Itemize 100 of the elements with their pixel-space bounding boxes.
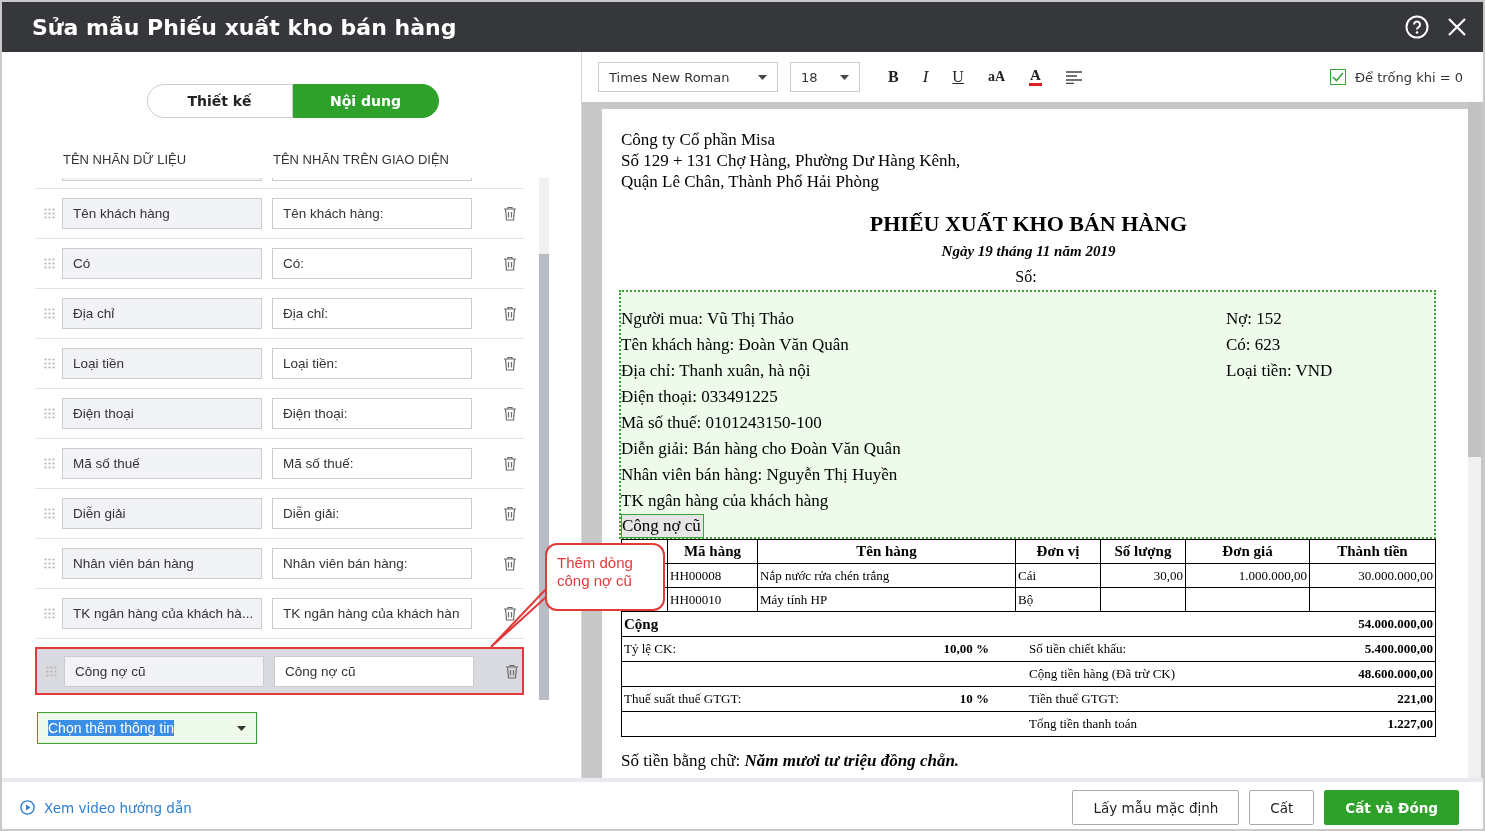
table-cell: 1.000.000,00: [1185, 563, 1310, 588]
font-size-dropdown[interactable]: 18: [790, 62, 860, 92]
document-line[interactable]: Điện thoại: 033491225: [621, 384, 1226, 410]
amount-in-words: Số tiền bằng chữ: Năm mươi tư triệu đồng chẵn.: [621, 751, 961, 771]
video-link[interactable]: Xem video hướng dẫn: [20, 799, 192, 816]
drag-handle-icon[interactable]: [44, 358, 55, 369]
field-row[interactable]: Diễn giải Diễn giải:: [35, 489, 524, 539]
drag-handle-icon[interactable]: [44, 208, 55, 219]
document-line[interactable]: Mã số thuế: 0101243150-100: [621, 410, 1226, 436]
header-cell: Thành tiền: [1309, 539, 1436, 564]
input-field[interactable]: Loại tiền: [62, 348, 262, 379]
document-line[interactable]: Nhân viên bán hàng: Nguyễn Thị Huyền: [621, 462, 1226, 488]
document-line: Loại tiền: VND: [1226, 360, 1334, 382]
input-field[interactable]: TK ngân hàng của khách hàn: [272, 598, 472, 629]
input-field[interactable]: Tên khách hàng:: [272, 198, 472, 229]
table-cell: 10 %: [959, 691, 989, 706]
input-field[interactable]: Địa chỉ:: [272, 298, 472, 329]
table-cell: Nắp nước rửa chén trắng: [757, 563, 1016, 588]
input-field[interactable]: Công nợ cũ: [64, 655, 264, 687]
field-row[interactable]: Mã số thuế Mã số thuế:: [35, 439, 524, 489]
table-cell: Tiền thuế GTGT:: [1029, 691, 1119, 706]
input-field[interactable]: Công nợ cũ: [274, 655, 474, 687]
scrollbar[interactable]: [539, 178, 549, 700]
trash-icon[interactable]: [503, 306, 517, 321]
input-field[interactable]: Điện thoại:: [272, 398, 472, 429]
drag-handle-icon[interactable]: [46, 665, 57, 677]
document-line[interactable]: Địa chỉ: Thanh xuân, hà nội: [621, 358, 1226, 384]
field-row[interactable]: Địa chỉ Địa chỉ:: [35, 289, 524, 339]
field-row[interactable]: Công nợ cũ Công nợ cũ: [35, 647, 524, 695]
field-row[interactable]: TK ngân hàng của khách hà... TK ngân hàng của khách hàn: [35, 589, 524, 639]
drag-handle-icon[interactable]: [44, 408, 55, 419]
dialog-title: Sửa mẫu Phiếu xuất kho bán hàng: [32, 14, 458, 40]
input-field[interactable]: Nhân viên bán hàng:: [272, 548, 472, 579]
header-cell: Đơn vị: [1015, 539, 1101, 564]
help-icon[interactable]: [1405, 15, 1429, 39]
footer-button[interactable]: Cất: [1249, 790, 1315, 825]
document-line[interactable]: Người mua: Vũ Thị Thảo: [621, 306, 1226, 332]
caret-icon: [840, 74, 849, 80]
align-left-icon[interactable]: [1065, 70, 1082, 84]
trash-icon[interactable]: [503, 556, 517, 571]
input-field[interactable]: Địa chỉ: [62, 298, 262, 329]
footer-button[interactable]: Lấy mẫu mặc định: [1072, 790, 1240, 825]
trash-icon[interactable]: [503, 356, 517, 371]
input-field[interactable]: Diễn giải: [62, 498, 262, 529]
tab[interactable]: Thiết kế: [146, 84, 293, 118]
font-color-button[interactable]: A: [1029, 68, 1042, 86]
document-line[interactable]: Tên khách hàng: Đoàn Văn Quân: [621, 332, 1226, 358]
input-field[interactable]: Diễn giải:: [272, 498, 472, 529]
input-field[interactable]: Mã số thuế: [62, 448, 262, 479]
input-field[interactable]: TK ngân hàng của khách hà...: [62, 598, 262, 629]
field-row[interactable]: Nhân viên bán hàng Nhân viên bán hàng:: [35, 539, 524, 589]
caret-icon: [758, 74, 767, 80]
trash-icon[interactable]: [503, 256, 517, 271]
field-row[interactable]: Có Có:: [35, 239, 524, 289]
table-cell: 48.600.000,00: [1358, 666, 1433, 682]
header-cell: Đơn giá: [1185, 539, 1310, 564]
trash-icon[interactable]: [503, 456, 517, 471]
input-field[interactable]: Tên khách hàng: [62, 198, 262, 229]
trash-icon[interactable]: [503, 406, 517, 421]
column-header: TÊN NHÃN DỮ LIỆU: [63, 152, 188, 169]
font-dropdown[interactable]: Times New Roman: [598, 62, 778, 92]
drag-handle-icon[interactable]: [44, 308, 55, 319]
input-field[interactable]: Có:: [272, 248, 472, 279]
field-row[interactable]: Tên khách hàng Tên khách hàng:: [35, 189, 524, 239]
drag-handle-icon[interactable]: [44, 608, 55, 619]
drag-handle-icon[interactable]: [44, 258, 55, 269]
field-row[interactable]: Điện thoại Điện thoại:: [35, 389, 524, 439]
table-cell: 5.400.000,00: [1364, 641, 1433, 657]
input-field[interactable]: Mã số thuế:: [272, 448, 472, 479]
trash-icon[interactable]: [505, 663, 519, 679]
company-line: Quận Lê Chân, Thành Phố Hải Phòng: [621, 171, 880, 192]
input-field[interactable]: Có: [62, 248, 262, 279]
trash-icon[interactable]: [503, 606, 517, 621]
table-cell: Cộng: [624, 615, 659, 633]
underline-button[interactable]: U: [952, 68, 964, 86]
table-cell: Máy tính HP: [757, 587, 1016, 612]
checkbox[interactable]: [1329, 69, 1346, 85]
table-cell: 30,00: [1100, 563, 1186, 588]
field-row[interactable]: Loại tiền Loại tiền:: [35, 339, 524, 389]
italic-button[interactable]: I: [922, 67, 929, 87]
font-case-button[interactable]: aA: [987, 69, 1006, 85]
trash-icon[interactable]: [503, 506, 517, 521]
header-cell: Số lượng: [1100, 539, 1186, 564]
document-line[interactable]: Diễn giải: Bán hàng cho Đoàn Văn Quân: [621, 436, 1226, 462]
drag-handle-icon[interactable]: [44, 508, 55, 519]
table-cell: Tổng tiền thanh toán: [1029, 716, 1137, 731]
scrollbar[interactable]: [1468, 102, 1481, 778]
input-field[interactable]: Điện thoại: [62, 398, 262, 429]
bold-button[interactable]: B: [888, 68, 899, 86]
close-icon[interactable]: [1447, 17, 1467, 37]
drag-handle-icon[interactable]: [44, 458, 55, 469]
trash-icon[interactable]: [503, 206, 517, 221]
table-cell: Thuế suất thuế GTGT:: [624, 691, 742, 706]
column-header: TÊN NHÃN TRÊN GIAO DIỆN: [273, 152, 449, 169]
company-line: Số 129 + 131 Chợ Hàng, Phường Dư Hàng Kênh,: [621, 150, 962, 171]
table-cell: 10,00 %: [943, 641, 989, 656]
drag-handle-icon[interactable]: [44, 558, 55, 569]
input-field[interactable]: Loại tiền:: [272, 348, 472, 379]
document-line[interactable]: TK ngân hàng của khách hàng: [621, 488, 1226, 514]
input-field[interactable]: Nhân viên bán hàng: [62, 548, 262, 579]
